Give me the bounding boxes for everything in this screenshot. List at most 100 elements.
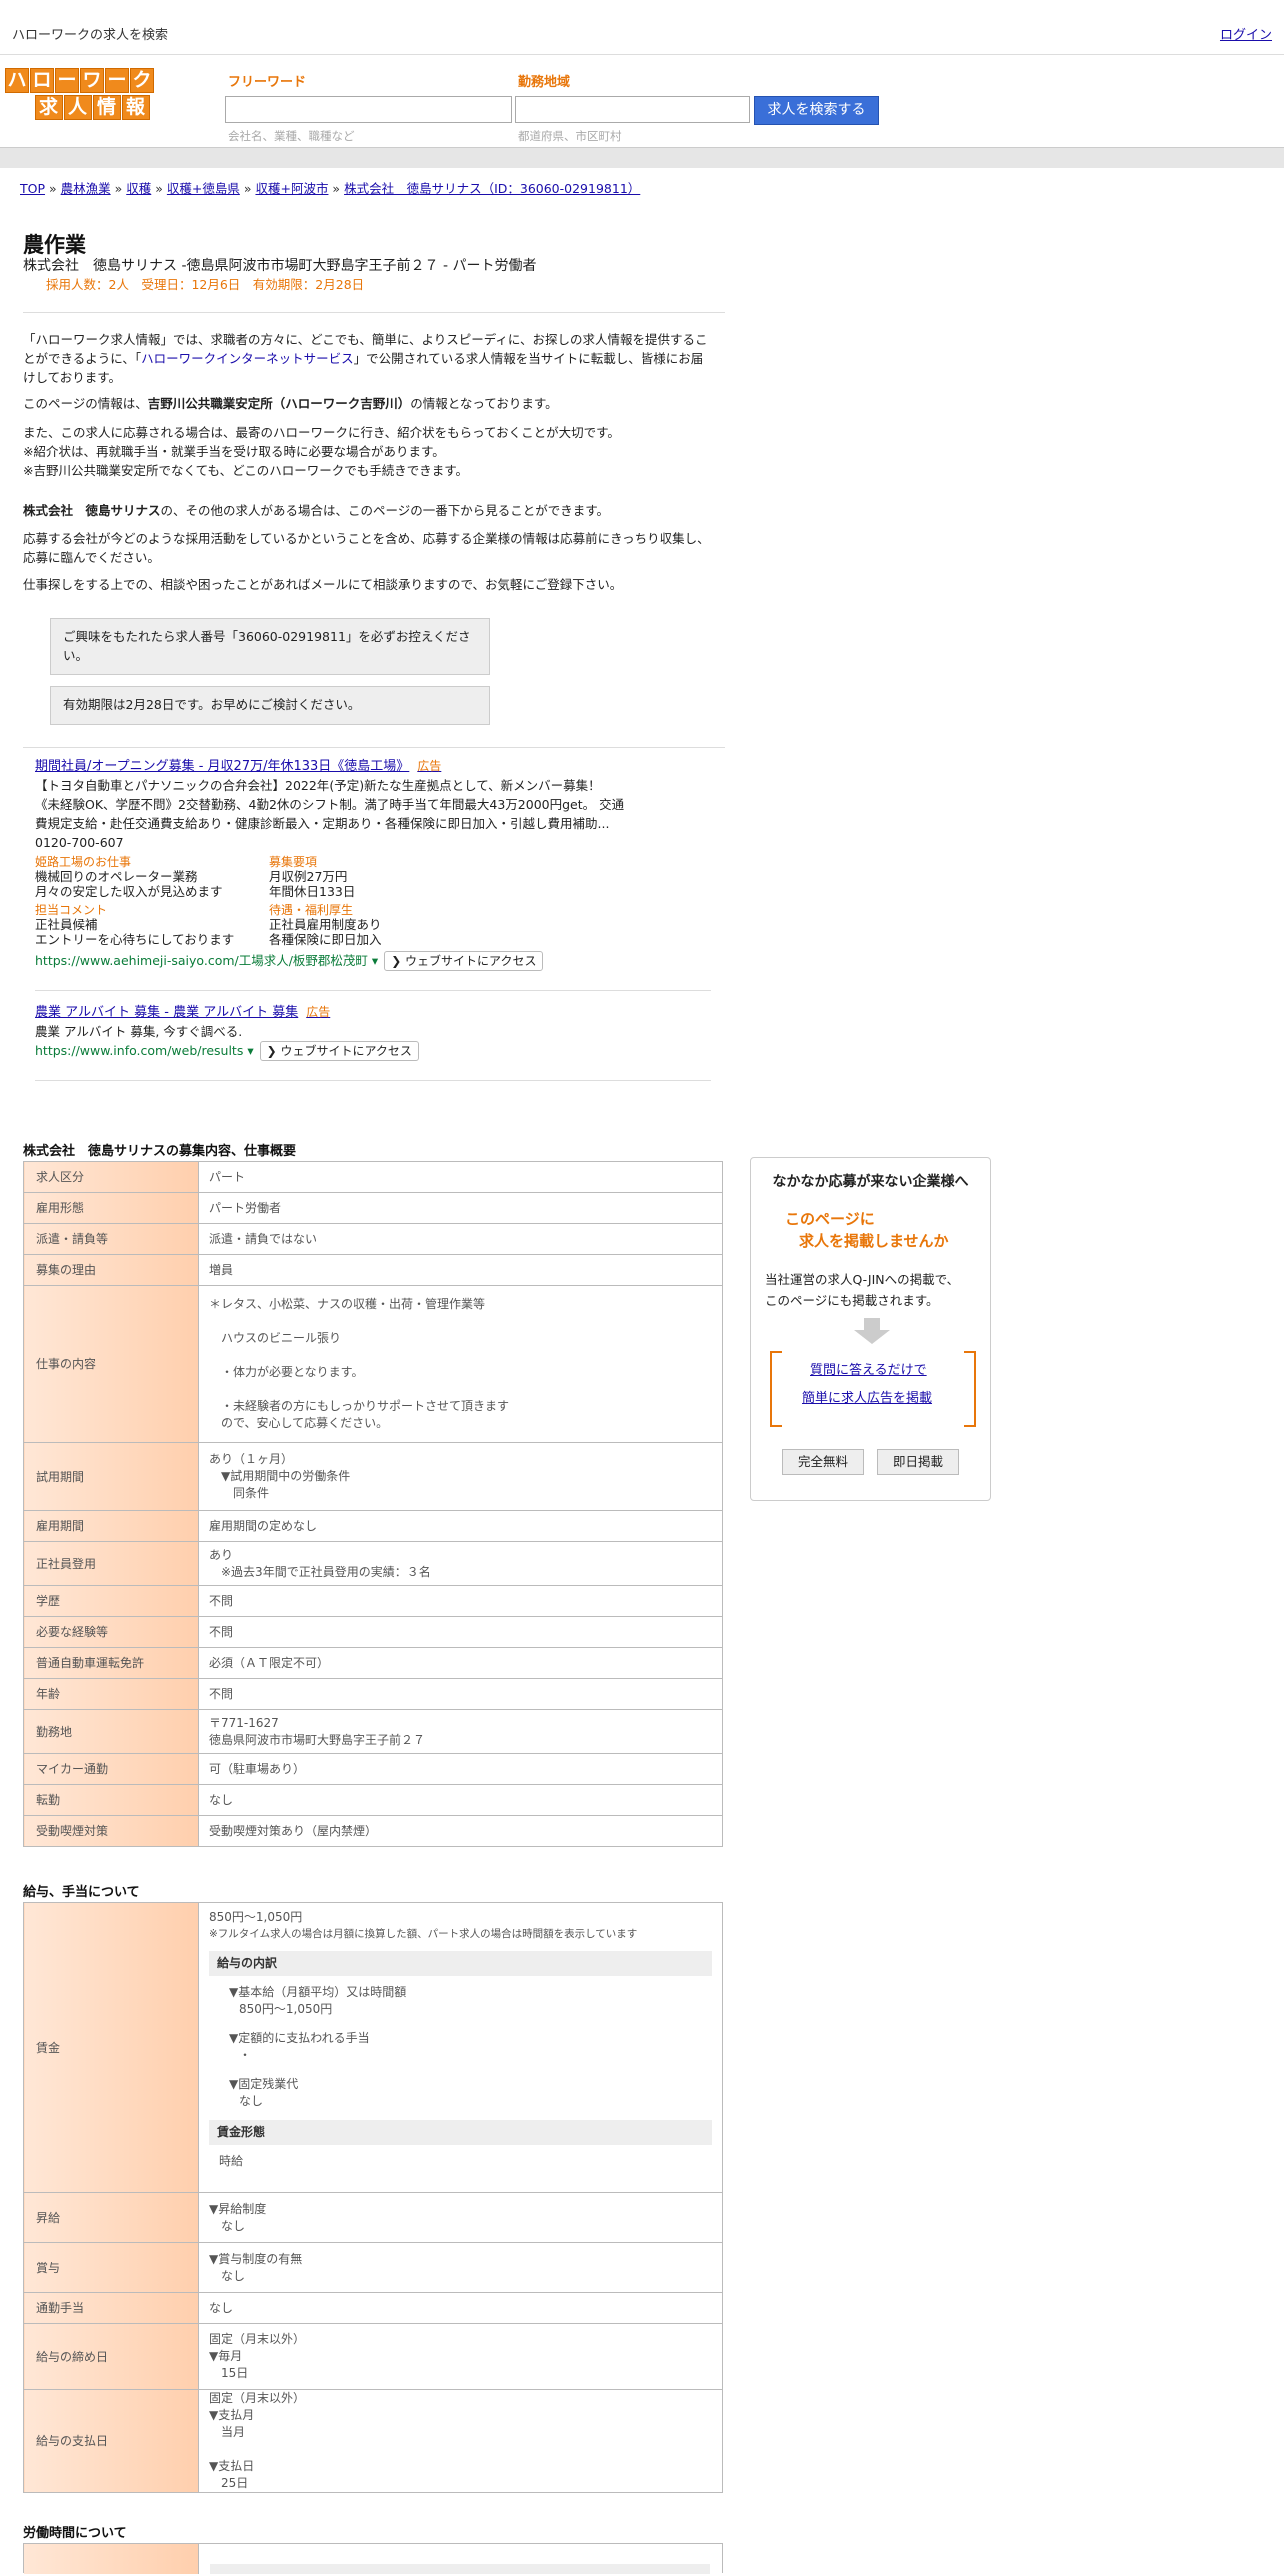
breadcrumb-link[interactable]: 収穫+徳島県: [167, 181, 240, 196]
logo-char: 情: [92, 95, 121, 120]
row-value-line: なし: [209, 2268, 246, 2283]
row-header: 昇給: [23, 2192, 199, 2243]
salary-section-title: 給与、手当について: [23, 1885, 140, 1900]
promo-headline-2: 求人を掲載しませんか: [799, 1232, 949, 1250]
row-value-line: ・体力が必要となります。: [209, 1365, 364, 1379]
recruit-table: 求人区分 パート 雇用形態 パート労働者 派遣・請負等 派遣・請負ではない 募集の理由 増員仕…: [23, 1161, 723, 1847]
row-value-line: ▼昇給制度: [209, 2201, 267, 2216]
hours-table: [23, 2543, 723, 2574]
breakdown-value: 850円〜1,050円: [239, 2002, 333, 2016]
subhead: [210, 2564, 710, 2574]
ad-url-text[interactable]: https://www.aehimeji-saiyo.com/工場求人/板野郡松…: [35, 953, 378, 968]
header-divider-bar: [0, 147, 1284, 168]
table-row: 学歴 不問: [23, 1585, 723, 1617]
recruit-section-title: 株式会社 徳島サリナスの募集内容、仕事概要: [23, 1144, 297, 1159]
ad-url-2[interactable]: https://www.info.com/web/results ▾ ❯ ウェブサ…: [35, 1041, 419, 1061]
breakdown-title: 給与の内訳: [209, 1951, 712, 1976]
row-header: [24, 2544, 199, 2574]
ad-url-1[interactable]: https://www.aehimeji-saiyo.com/工場求人/板野郡松…: [35, 951, 544, 971]
row-value-line: ので、安心して応募ください。: [209, 1416, 389, 1430]
row-header: 正社員登用: [23, 1541, 199, 1586]
login-link[interactable]: ログイン: [1220, 26, 1272, 46]
site-title: ハローワークの求人を検索: [12, 28, 169, 43]
table-row: 給与の支払日 固定（月末以外） ▼支払月 当月 ▼支払日 25日: [23, 2389, 723, 2493]
free-button[interactable]: 完全無料: [782, 1449, 864, 1475]
logo-char: ー: [105, 68, 129, 93]
breadcrumb-separator: »: [151, 181, 167, 196]
row-value-line: 不問: [209, 1686, 234, 1701]
visit-website-button[interactable]: ❯ ウェブサイトにアクセス: [384, 951, 544, 971]
row-value: 850円〜1,050円 ※フルタイム求人の場合は月額に換算した額、パート求人の場…: [198, 1902, 723, 2193]
ad-badge: 広告: [306, 1005, 331, 1019]
row-value-line: ※過去3年間で正社員登用の実績：３名: [209, 1564, 431, 1579]
table-row: 転勤 なし: [23, 1784, 723, 1816]
hellowork-internet-link[interactable]: ハローワークインターネットサービス: [141, 351, 354, 366]
search-button[interactable]: 求人を検索する: [754, 96, 879, 125]
row-value: パート労働者: [198, 1192, 723, 1224]
row-value: ▼賞与制度の有無 なし: [198, 2242, 723, 2293]
wage-form-value: 時給: [219, 2154, 244, 2168]
breadcrumb-link[interactable]: 農林漁業: [61, 181, 111, 196]
table-row: 賞与 ▼賞与制度の有無 なし: [23, 2242, 723, 2293]
table-row: 必要な経験等 不問: [23, 1616, 723, 1648]
breakdown-item: ▼定額的に支払われる手当: [229, 2031, 370, 2045]
ad-phone[interactable]: 0120-700-607: [35, 833, 624, 852]
intro-text: の、その他の求人がある場合は、このページの一番下から見ることができます。: [160, 503, 610, 518]
same-day-button[interactable]: 即日掲載: [877, 1449, 959, 1475]
row-value: パート: [198, 1161, 723, 1193]
ad-title-text[interactable]: 農業 アルバイト 募集 - 農業 アルバイト 募集: [35, 1005, 298, 1020]
row-value-line: ・未経験者の方にもしっかりサポートさせて頂きます: [209, 1399, 510, 1413]
row-value-line: ▼毎月: [209, 2349, 243, 2363]
ad-url-text[interactable]: https://www.info.com/web/results ▾: [35, 1043, 254, 1058]
ad-title-2[interactable]: 農業 アルバイト 募集 - 農業 アルバイト 募集 広告: [35, 1003, 330, 1023]
table-row: 勤務地 〒771-1627 徳島県阿波市市場町大野島字王子前２７: [23, 1709, 723, 1754]
row-header: 仕事の内容: [23, 1285, 199, 1443]
promo-headline-1: このページに: [785, 1210, 875, 1228]
row-header: 募集の理由: [23, 1254, 199, 1286]
promo-link-post-ad[interactable]: 簡単に求人広告を掲載: [802, 1389, 932, 1409]
ad-line: 《未経験OK、学歴不問》2交替勤務、4勤2休のシフト制。満了時手当て年間最大43…: [35, 797, 625, 812]
promo-desc-line: このページにも掲載されます。: [765, 1293, 939, 1308]
row-header: 勤務地: [23, 1709, 199, 1754]
row-header: 賃金: [23, 1902, 199, 2193]
table-row: 普通自動車運転免許 必須（ＡＴ限定不可）: [23, 1647, 723, 1679]
logo-char: 報: [121, 95, 150, 120]
row-value-line: ▼賞与制度の有無: [209, 2251, 303, 2266]
ad-title-1[interactable]: 期間社員/オープニング募集 - 月収27万/年休133日《徳島工場》 広告: [35, 757, 441, 777]
table-row: 昇給 ▼昇給制度 なし: [23, 2192, 723, 2243]
hellowork-logo[interactable]: ハローワーク 求人情報: [5, 68, 179, 120]
visit-website-button[interactable]: ❯ ウェブサイトにアクセス: [259, 1041, 419, 1061]
row-value-line: ▼試用期間中の労働条件: [209, 1469, 351, 1483]
table-row: 正社員登用 あり ※過去3年間で正社員登用の実績：３名: [23, 1541, 723, 1586]
row-value-line: 必須（ＡＴ限定不可）: [209, 1655, 330, 1670]
table-row: 求人区分 パート: [23, 1161, 723, 1193]
ad-line: 【トヨタ自動車とパナソニックの合弁会社】2022年(予定)新たな生産拠点として、…: [35, 778, 601, 793]
row-value-line: [209, 1381, 712, 1398]
breadcrumb-link[interactable]: 収穫: [126, 181, 151, 196]
hours-section-title: 労働時間について: [23, 2526, 127, 2541]
promo-desc-line: 当社運営の求人Q-JINへの掲載で、: [765, 1272, 960, 1287]
ad-title-text[interactable]: 期間社員/オープニング募集 - 月収27万/年休133日《徳島工場》: [35, 759, 409, 774]
freeword-input[interactable]: [225, 96, 512, 123]
promo-link-easy-answer[interactable]: 質問に答えるだけで: [810, 1361, 927, 1381]
ad-body-1: 【トヨタ自動車とパナソニックの合弁会社】2022年(予定)新たな生産拠点として、…: [35, 776, 624, 852]
row-value: 不問: [198, 1585, 723, 1617]
area-input[interactable]: [515, 96, 750, 123]
row-value: 必須（ＡＴ限定不可）: [198, 1647, 723, 1679]
row-value-line: 〒771-1627: [209, 1715, 279, 1730]
job-subtitle: 株式会社 徳島サリナス -徳島県阿波市市場町大野島字王子前２７ - パート労働者: [23, 258, 537, 274]
breadcrumb-link[interactable]: TOP: [20, 181, 45, 196]
intro-paragraph-3: また、この求人に応募される場合は、最寄のハローワークに行き、紹介状をもらっておく…: [23, 423, 713, 480]
row-value-line: 徳島県阿波市市場町大野島字王子前２７: [209, 1732, 426, 1747]
row-value-line: 同条件: [209, 1486, 270, 1500]
breadcrumb-separator: »: [110, 181, 127, 196]
row-value-line: 派遣・請負ではない: [209, 1231, 318, 1246]
table-row: 通勤手当 なし: [23, 2292, 723, 2324]
job-number-note: ご興味をもたれたら求人番号「36060-02919811」を必ずお控えください。: [50, 618, 490, 675]
promo-links-frame: 質問に答えるだけで 簡単に求人広告を掲載: [770, 1351, 976, 1427]
breadcrumb-link[interactable]: 収穫+阿波市: [255, 181, 328, 196]
row-header: 給与の締め日: [23, 2323, 199, 2390]
divider: [35, 990, 711, 991]
breadcrumb-link[interactable]: 株式会社 徳島サリナス（ID：36060-02919811）: [344, 181, 640, 196]
row-header: 雇用期間: [23, 1510, 199, 1542]
